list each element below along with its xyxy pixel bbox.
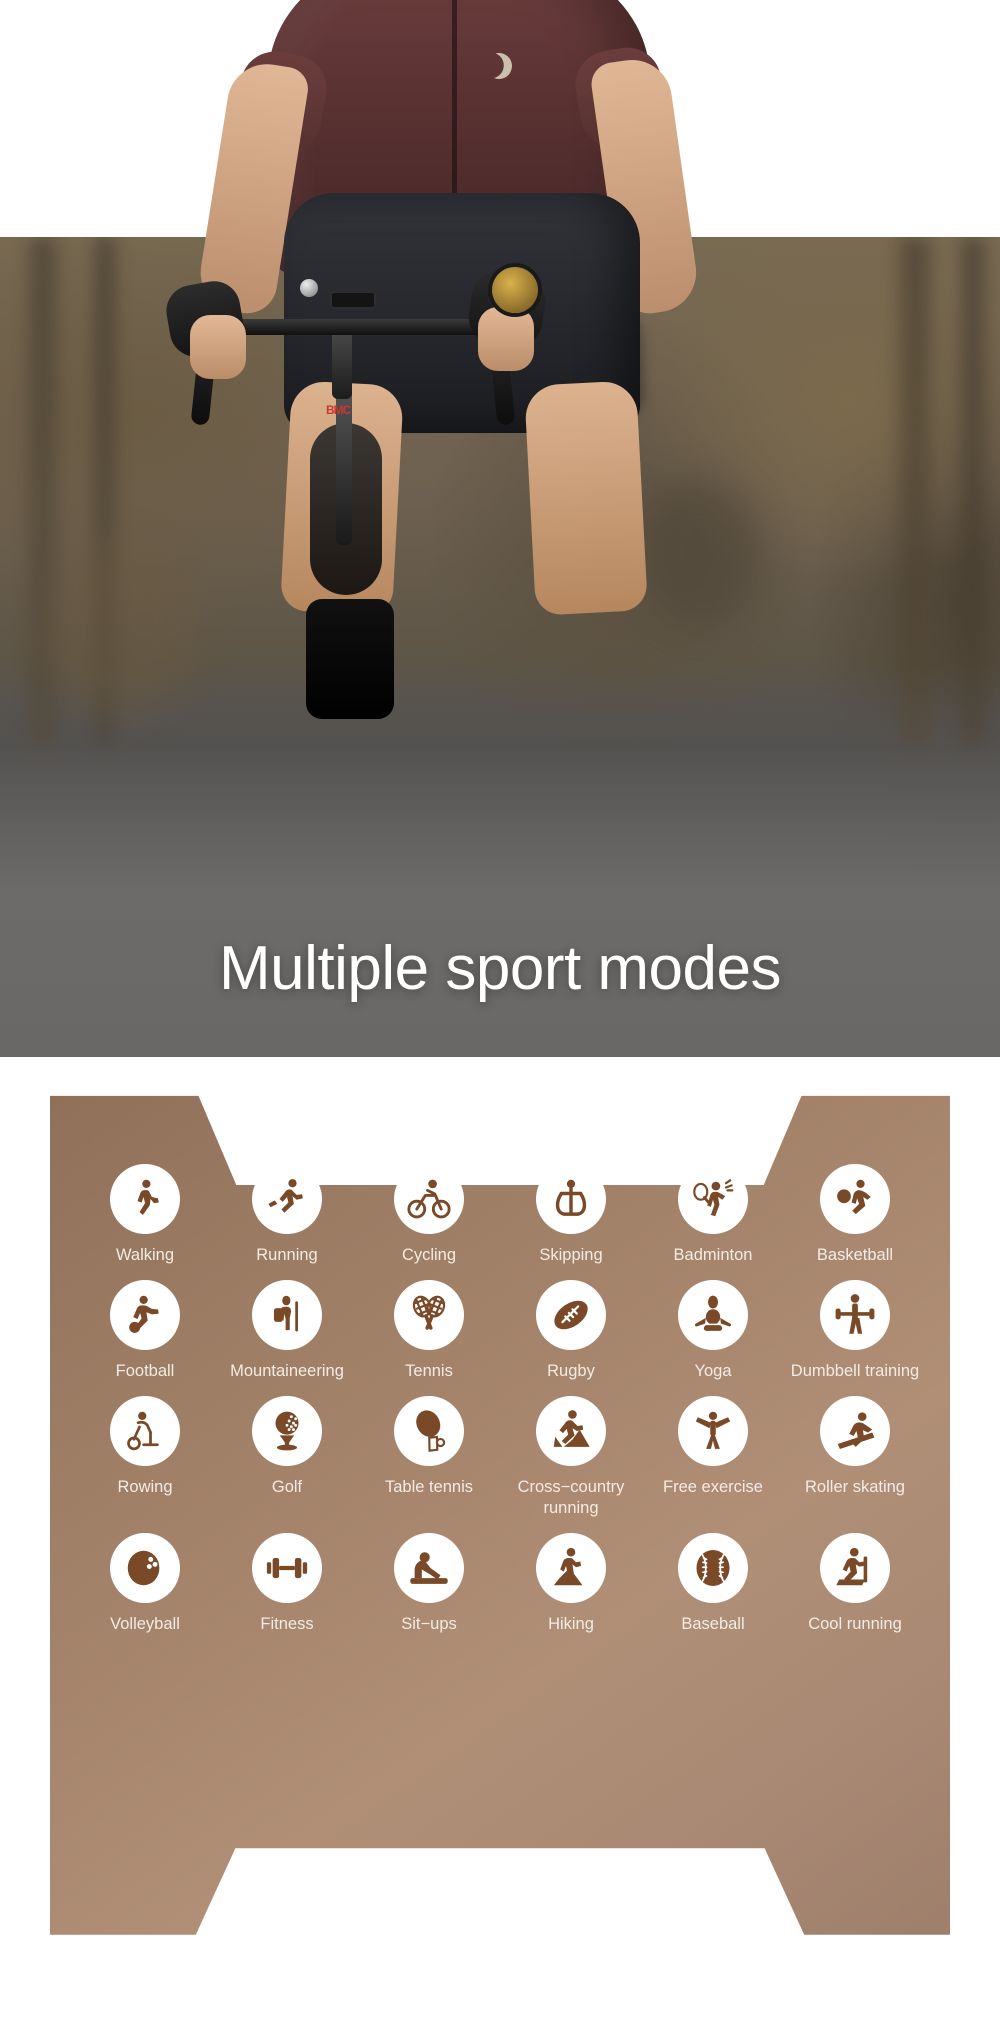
fitness-icon xyxy=(252,1533,322,1604)
sport-item-cool-running[interactable]: Cool running xyxy=(784,1533,926,1635)
sport-label: Fitness xyxy=(260,1615,314,1634)
sport-item-mountaineering[interactable]: Mountaineering xyxy=(216,1280,358,1382)
sport-modes-grid: Walking Running Cycling Skipping Badmint… xyxy=(50,1068,950,1968)
running-icon xyxy=(252,1164,322,1234)
sport-label: Baseball xyxy=(681,1615,745,1634)
page-root: BMC Multiple sport modes Walking Running… xyxy=(0,0,1000,2030)
sport-item-football[interactable]: Football xyxy=(74,1280,216,1382)
tennis-icon xyxy=(394,1280,464,1351)
sport-item-sit-ups[interactable]: Sit−ups xyxy=(358,1533,500,1635)
hand-left xyxy=(190,315,246,379)
hand-right xyxy=(478,307,534,371)
sport-label: Tennis xyxy=(405,1362,453,1381)
bicycle-stem xyxy=(332,329,352,399)
roller-skating-icon xyxy=(820,1396,890,1467)
sport-item-cross-country-running[interactable]: Cross−country running xyxy=(500,1396,642,1519)
rowing-icon xyxy=(110,1396,180,1467)
sport-label: Table tennis xyxy=(384,1478,474,1497)
sport-item-rugby[interactable]: Rugby xyxy=(500,1280,642,1382)
sport-item-dumbbell-training[interactable]: Dumbbell training xyxy=(784,1280,926,1382)
badminton-icon xyxy=(678,1164,748,1234)
sport-item-table-tennis[interactable]: Table tennis xyxy=(358,1396,500,1519)
sport-label: Rowing xyxy=(117,1478,173,1497)
sport-item-baseball[interactable]: Baseball xyxy=(642,1533,784,1635)
baseball-icon xyxy=(678,1533,748,1604)
table-tennis-icon xyxy=(394,1396,464,1467)
sport-item-golf[interactable]: Golf xyxy=(216,1396,358,1519)
sport-row: Volleyball Fitness Sit−ups Hiking Baseba… xyxy=(74,1533,926,1635)
sit-ups-icon xyxy=(394,1533,464,1604)
walking-icon xyxy=(110,1164,180,1234)
sport-item-tennis[interactable]: Tennis xyxy=(358,1280,500,1382)
free-exercise-icon xyxy=(678,1396,748,1467)
sport-row: Football Mountaineering Tennis Rugby Yog… xyxy=(74,1280,926,1382)
sport-label: Golf xyxy=(271,1478,303,1497)
bike-brand-mark: BMC xyxy=(326,403,351,417)
sport-label: Rugby xyxy=(547,1362,595,1381)
sport-label: Roller skating xyxy=(805,1478,905,1497)
cool-running-icon xyxy=(820,1533,890,1604)
sport-label: Walking xyxy=(115,1246,175,1264)
sport-label: Free exercise xyxy=(663,1478,763,1497)
sport-item-volleyball[interactable]: Volleyball xyxy=(74,1533,216,1635)
sport-label: Football xyxy=(115,1362,175,1381)
sport-label: Mountaineering xyxy=(230,1362,344,1381)
sport-label: Skipping xyxy=(539,1246,603,1264)
sport-label: Hiking xyxy=(548,1615,594,1634)
sport-label: Volleyball xyxy=(110,1615,180,1634)
cross-country-running-icon xyxy=(536,1396,606,1467)
sport-item-cycling[interactable]: Cycling xyxy=(358,1164,500,1266)
cyclist-figure: BMC xyxy=(0,0,1000,823)
sport-row: Rowing Golf Table tennis Cross−country r… xyxy=(74,1396,926,1519)
cycling-icon xyxy=(394,1164,464,1234)
dumbbell-training-icon xyxy=(820,1280,890,1351)
sport-item-hiking[interactable]: Hiking xyxy=(500,1533,642,1635)
sport-item-running[interactable]: Running xyxy=(216,1164,358,1266)
golf-icon xyxy=(252,1396,322,1467)
sport-item-free-exercise[interactable]: Free exercise xyxy=(642,1396,784,1519)
sport-item-rowing[interactable]: Rowing xyxy=(74,1396,216,1519)
sport-row: Walking Running Cycling Skipping Badmint… xyxy=(74,1164,926,1266)
leg-right xyxy=(524,380,648,616)
sport-label: Cross−country running xyxy=(517,1478,625,1518)
sport-label: Cycling xyxy=(401,1246,457,1264)
sport-label: Cool running xyxy=(808,1615,902,1634)
sport-item-fitness[interactable]: Fitness xyxy=(216,1533,358,1635)
sock xyxy=(306,599,394,719)
wrist-watch xyxy=(492,267,538,313)
sport-item-walking[interactable]: Walking xyxy=(74,1164,216,1266)
sport-item-badminton[interactable]: Badminton xyxy=(642,1164,784,1266)
sport-label: Yoga xyxy=(694,1362,732,1381)
sport-label: Dumbbell training xyxy=(790,1362,920,1381)
volleyball-icon xyxy=(110,1533,180,1604)
rugby-icon xyxy=(536,1280,606,1351)
sport-label: Running xyxy=(256,1246,318,1264)
basketball-icon xyxy=(820,1164,890,1234)
bike-computer xyxy=(330,291,376,309)
handlebar xyxy=(218,319,508,335)
sport-item-basketball[interactable]: Basketball xyxy=(784,1164,926,1266)
sport-label: Sit−ups xyxy=(401,1615,457,1634)
sport-item-roller-skating[interactable]: Roller skating xyxy=(784,1396,926,1519)
football-icon xyxy=(110,1280,180,1351)
sport-item-skipping[interactable]: Skipping xyxy=(500,1164,642,1266)
hiking-icon xyxy=(536,1533,606,1604)
sport-label: Badminton xyxy=(673,1246,753,1264)
page-title: Multiple sport modes xyxy=(218,934,782,1003)
bike-light xyxy=(300,279,318,297)
yoga-icon xyxy=(678,1280,748,1351)
skipping-rope-icon xyxy=(536,1164,606,1234)
sport-item-yoga[interactable]: Yoga xyxy=(642,1280,784,1382)
mountaineering-icon xyxy=(252,1280,322,1351)
sport-label: Basketball xyxy=(816,1246,894,1264)
